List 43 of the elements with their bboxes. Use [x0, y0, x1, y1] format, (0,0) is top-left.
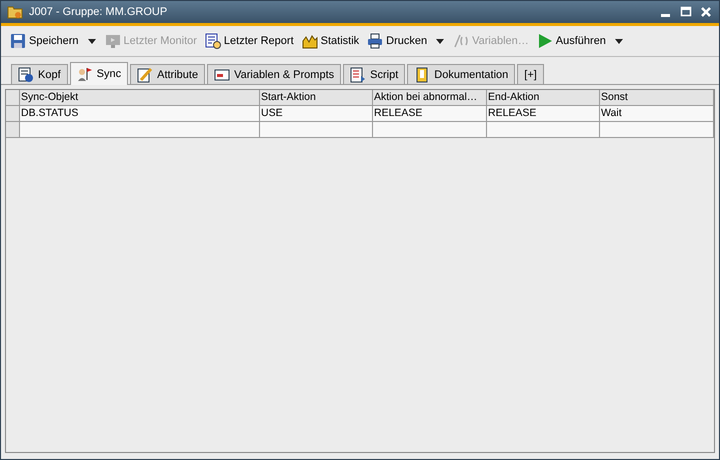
toolbar-button[interactable]: Ausführen	[534, 31, 609, 51]
close-icon[interactable]	[699, 5, 713, 19]
row-header[interactable]	[6, 106, 20, 121]
document-pencil-icon	[137, 66, 154, 82]
tab[interactable]: Script	[343, 64, 406, 84]
maximize-icon[interactable]	[679, 5, 693, 19]
variables-icon	[453, 33, 470, 49]
monitor-icon	[104, 33, 121, 49]
column-header[interactable]: End-Aktion	[487, 90, 600, 105]
book-icon	[414, 66, 430, 82]
window-icon	[214, 66, 230, 82]
column-header[interactable]: Sync-Objekt	[20, 90, 260, 105]
table-cell: Wait	[600, 106, 714, 121]
chart-icon	[302, 33, 318, 49]
script-icon	[350, 66, 366, 82]
toolbar-button[interactable]: Statistik	[298, 31, 362, 51]
column-header[interactable]: Aktion bei abnormal…	[373, 90, 487, 105]
column-header[interactable]: Start-Aktion	[260, 90, 373, 105]
table-cell: USE	[260, 106, 373, 121]
table-cell: DB.STATUS	[20, 106, 260, 121]
printer-icon	[367, 33, 384, 49]
person-flag-icon	[76, 66, 93, 82]
tab[interactable]: Variablen & Prompts	[207, 64, 342, 84]
play-icon	[536, 33, 553, 49]
document-info-icon	[18, 66, 34, 82]
column-header[interactable]: Sonst	[600, 90, 714, 105]
toolbar-button[interactable]: Drucken	[364, 31, 430, 51]
caret-icon[interactable]	[436, 38, 444, 44]
caret-icon[interactable]	[88, 38, 96, 44]
tab[interactable]: Dokumentation	[407, 64, 516, 84]
window-title: J007 - Gruppe: MM.GROUP	[29, 6, 168, 18]
folder-gear-icon	[7, 4, 23, 20]
toolbar-button[interactable]: Speichern	[7, 31, 82, 51]
row-header[interactable]	[6, 122, 20, 137]
report-clock-icon	[204, 33, 221, 49]
tab[interactable]: Attribute	[130, 64, 206, 84]
tab[interactable]: Kopf	[11, 64, 68, 84]
table-cell: RELEASE	[487, 106, 600, 121]
toolbar-button[interactable]: Letzter Report	[202, 31, 297, 51]
caret-icon[interactable]	[614, 38, 623, 44]
table-cell: RELEASE	[373, 106, 487, 121]
tab[interactable]: [+]	[517, 64, 544, 84]
tab[interactable]: Sync	[70, 62, 128, 85]
